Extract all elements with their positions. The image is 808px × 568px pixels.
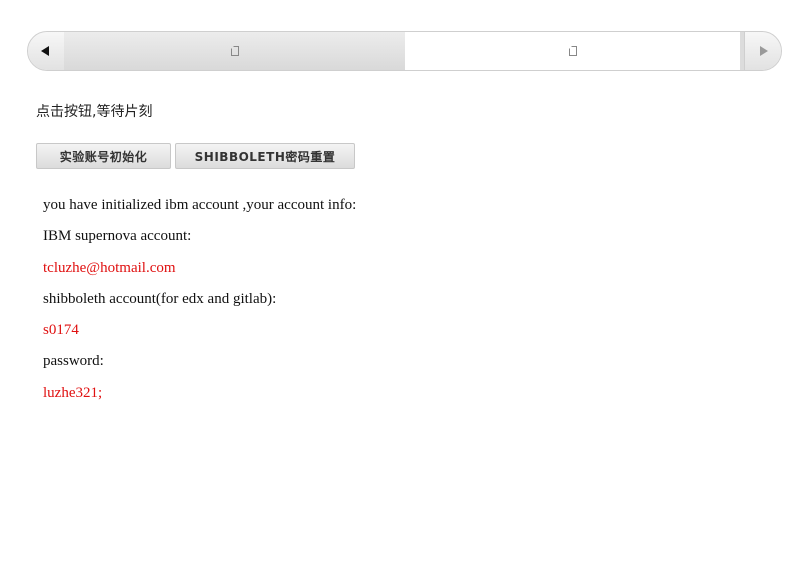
- password-label: password:: [43, 353, 104, 370]
- password-value: luzhe321;: [43, 384, 103, 401]
- ibm-account-label: IBM supernova account:: [43, 228, 192, 245]
- tab-prev-button[interactable]: [28, 32, 65, 70]
- reset-shibboleth-password-button[interactable]: SHIBBOLETH密码重置: [175, 143, 355, 169]
- init-account-button[interactable]: 实验账号初始化: [36, 143, 171, 169]
- ibm-account-value: tcluzhe@hotmail.com: [43, 259, 176, 276]
- instruction-text: 点击按钮,等待片刻: [36, 104, 153, 120]
- arrow-left-icon: [41, 46, 49, 56]
- tab-2[interactable]: [405, 32, 740, 70]
- page-icon: [230, 46, 239, 56]
- info-intro: you have initialized ibm account ,your a…: [43, 197, 357, 213]
- page-icon: [568, 46, 577, 56]
- shibboleth-account-value: s0174: [43, 322, 79, 339]
- account-info: you have initialized ibm account ,your a…: [43, 195, 356, 414]
- tab-next-button[interactable]: [744, 32, 781, 70]
- shibboleth-account-label: shibboleth account(for edx and gitlab):: [43, 290, 277, 307]
- tab-bar: [27, 31, 782, 71]
- tab-1[interactable]: [64, 32, 405, 70]
- arrow-right-icon: [760, 46, 768, 56]
